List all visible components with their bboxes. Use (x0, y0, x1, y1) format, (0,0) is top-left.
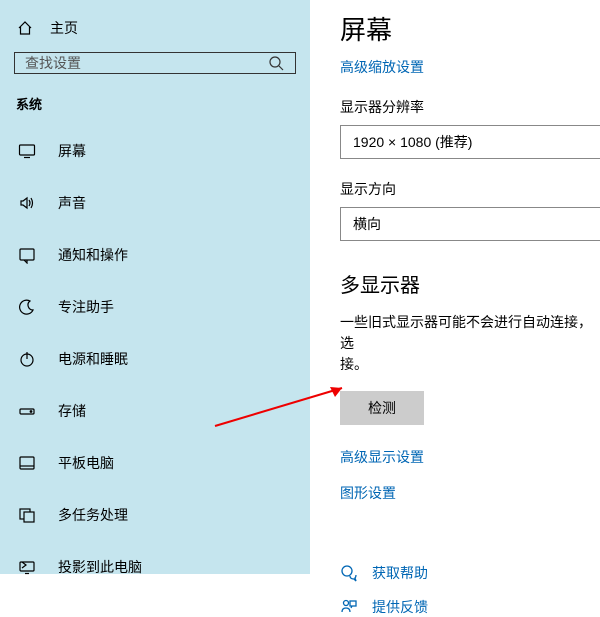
power-icon (18, 350, 36, 368)
sidebar-item-notifications[interactable]: 通知和操作 (14, 229, 296, 281)
sidebar-item-power[interactable]: 电源和睡眠 (14, 333, 296, 385)
sidebar-item-label: 平板电脑 (58, 453, 114, 473)
sidebar-item-focus[interactable]: 专注助手 (14, 281, 296, 333)
graphics-settings-link[interactable]: 图形设置 (340, 483, 396, 503)
home-icon (16, 19, 34, 37)
help-label: 获取帮助 (372, 563, 428, 583)
main-content: 屏幕 高级缩放设置 显示器分辨率 1920 × 1080 (推荐) 显示方向 横… (310, 0, 600, 574)
resolution-dropdown[interactable]: 1920 × 1080 (推荐) (340, 125, 600, 159)
page-title: 屏幕 (340, 10, 600, 47)
sidebar-item-project[interactable]: 投影到此电脑 (14, 541, 296, 593)
group-header: 系统 (14, 94, 296, 125)
advanced-scaling-link[interactable]: 高级缩放设置 (340, 57, 424, 77)
advanced-display-link[interactable]: 高级显示设置 (340, 447, 424, 467)
sidebar-item-storage[interactable]: 存储 (14, 385, 296, 437)
orientation-value: 横向 (353, 214, 381, 234)
feedback-icon (340, 598, 358, 616)
sidebar-item-label: 通知和操作 (58, 245, 128, 265)
detect-button[interactable]: 检测 (340, 391, 424, 425)
moon-icon (18, 298, 36, 316)
nav-list: 屏幕 声音 通知和操作 专注助手 电源和睡眠 存储 (14, 125, 296, 593)
speaker-icon (18, 194, 36, 212)
sidebar-item-multitask[interactable]: 多任务处理 (14, 489, 296, 541)
sidebar-item-label: 投影到此电脑 (58, 557, 142, 577)
sidebar-item-label: 屏幕 (58, 141, 86, 161)
notification-icon (18, 246, 36, 264)
orientation-dropdown[interactable]: 横向 (340, 207, 600, 241)
get-help-link[interactable]: 获取帮助 (340, 563, 600, 583)
sidebar-item-label: 电源和睡眠 (58, 349, 128, 369)
multi-display-header: 多显示器 (340, 269, 600, 298)
search-icon (267, 54, 285, 72)
multi-display-text: 一些旧式显示器可能不会进行自动连接，选 接。 (340, 312, 600, 375)
sidebar-item-display[interactable]: 屏幕 (14, 125, 296, 177)
monitor-icon (18, 142, 36, 160)
resolution-value: 1920 × 1080 (推荐) (353, 132, 472, 152)
orientation-label: 显示方向 (340, 179, 600, 199)
search-input[interactable]: 查找设置 (14, 52, 296, 74)
search-placeholder: 查找设置 (25, 53, 81, 73)
sidebar-item-label: 专注助手 (58, 297, 114, 317)
sidebar-item-label: 声音 (58, 193, 86, 213)
feedback-label: 提供反馈 (372, 597, 428, 617)
home-nav[interactable]: 主页 (14, 14, 296, 52)
sidebar-item-label: 存储 (58, 401, 86, 421)
multitask-icon (18, 506, 36, 524)
project-icon (18, 558, 36, 576)
resolution-label: 显示器分辨率 (340, 97, 600, 117)
feedback-link[interactable]: 提供反馈 (340, 597, 600, 617)
sidebar-item-tablet[interactable]: 平板电脑 (14, 437, 296, 489)
settings-sidebar: 主页 查找设置 系统 屏幕 声音 通知和操作 专注助手 (0, 0, 310, 574)
help-icon (340, 564, 358, 582)
storage-icon (18, 402, 36, 420)
tablet-icon (18, 454, 36, 472)
sidebar-item-label: 多任务处理 (58, 505, 128, 525)
sidebar-item-sound[interactable]: 声音 (14, 177, 296, 229)
home-label: 主页 (50, 18, 78, 38)
